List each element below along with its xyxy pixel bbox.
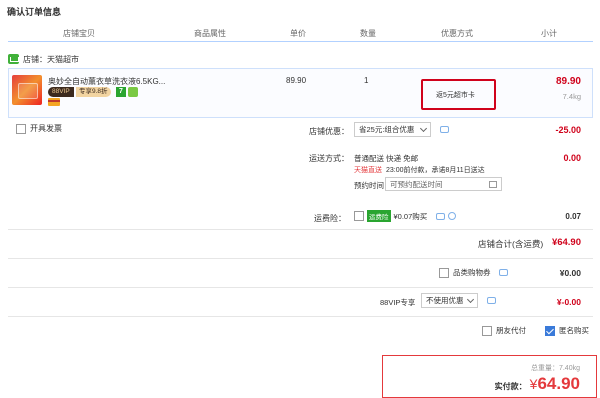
calendar-icon	[489, 180, 497, 188]
friend-pay-checkbox[interactable]	[482, 325, 492, 336]
friend-pay-label: 朋友代付	[496, 326, 526, 335]
freight-insurance-tag: 运费险	[367, 210, 391, 222]
schedule-time-input[interactable]: 可预约配送时间	[385, 177, 502, 191]
shop-row: 店铺：天猫超市	[8, 52, 79, 66]
item-weight: 7.4kg	[562, 92, 581, 101]
actual-payment: 实付款： ¥ 64.90	[495, 374, 580, 394]
chat-icon[interactable]	[440, 126, 449, 133]
help-icon[interactable]	[448, 212, 457, 220]
shop-discount-label: 店铺优惠：	[309, 127, 349, 136]
header-subtotal: 小计	[541, 29, 557, 38]
card-icon	[48, 98, 60, 106]
anonymous-option[interactable]: 匿名购买	[545, 325, 589, 336]
product-thumbnail[interactable]	[12, 75, 42, 105]
invoice-checkbox[interactable]	[16, 123, 26, 134]
total-weight: 总重量：7.40kg	[531, 363, 580, 373]
invoice-label: 开具发票	[30, 124, 62, 133]
vip-select[interactable]: 不使用优惠	[421, 293, 478, 308]
weight-label: 总重量：	[530, 365, 559, 372]
weight-value: 7.40kg	[558, 365, 580, 372]
shop-total-amount: ¥64.90	[551, 237, 581, 248]
freight-insurance-price: ¥0.07购买	[393, 211, 428, 221]
tmall-direct-label: 天猫直送	[354, 167, 382, 174]
divider	[8, 287, 593, 288]
vip-amount: ¥-0.00	[556, 297, 581, 307]
divider	[8, 316, 593, 317]
shop-discount-amount: -25.00	[555, 125, 581, 135]
delivery-promise-text: 23:00前付款，承诺8月11日送达	[386, 167, 485, 174]
pay-label: 实付款：	[494, 382, 527, 391]
freight-insurance-amount: 0.07	[565, 212, 581, 221]
promo-text: 返5元超市卡	[436, 92, 475, 99]
pay-amount: 64.90	[537, 374, 580, 393]
coupon-option[interactable]: 品类购物券	[439, 267, 508, 278]
coupon-checkbox[interactable]	[439, 267, 449, 278]
delivery-amount: 0.00	[563, 153, 581, 163]
vip-label: 88VIP专享	[380, 298, 416, 307]
chat-icon[interactable]	[487, 297, 496, 304]
vip-selected: 不使用优惠	[426, 296, 464, 305]
divider	[8, 258, 593, 259]
schedule-placeholder: 可预约配送时间	[390, 179, 443, 189]
friend-pay-option[interactable]: 朋友代付	[482, 325, 526, 336]
header-discount: 优惠方式	[441, 29, 473, 38]
delivery-promise: 天猫直送 23:00前付款，承诺8月11日送达	[354, 165, 485, 175]
freight-insurance-checkbox[interactable]	[354, 211, 364, 221]
invoice-option[interactable]: 开具发票	[16, 123, 62, 134]
header-quantity: 数量	[360, 29, 376, 38]
product-name[interactable]: 奥妙全自动薰衣草洗衣液6.5KG...	[48, 76, 165, 87]
page-title: 确认订单信息	[7, 7, 62, 17]
schedule-label: 预约时间	[354, 181, 384, 190]
quantity-value: 1	[364, 76, 369, 85]
item-subtotal: 89.90	[555, 76, 581, 87]
header-unit-price: 单价	[290, 29, 306, 38]
anonymous-label: 匿名购买	[559, 326, 589, 335]
freight-insurance-option[interactable]: 运费险 ¥0.07购买	[354, 210, 457, 222]
service-icon	[128, 87, 138, 97]
vip-badge: 88VIP	[48, 87, 74, 97]
shop-total-label: 店铺合计(含运费)	[478, 239, 544, 249]
vip-discount-badge: 专享9.8折	[76, 87, 111, 97]
seven-day-return-icon: 7	[116, 87, 126, 97]
chat-icon[interactable]	[498, 269, 508, 276]
header-shop-item: 店铺宝贝	[63, 29, 95, 38]
freight-insurance-label: 运费险：	[314, 214, 346, 223]
shop-name[interactable]: 店铺：天猫超市	[23, 54, 79, 65]
chat-icon[interactable]	[436, 212, 446, 220]
delivery-label: 运送方式：	[309, 154, 349, 163]
chevron-down-icon	[466, 295, 475, 303]
currency-symbol: ¥	[529, 376, 538, 392]
unit-price: 89.90	[286, 76, 307, 85]
delivery-method: 普通配送 快递 免邮	[354, 154, 419, 163]
coupon-label: 品类购物券	[453, 268, 491, 277]
table-header: 店铺宝贝 商品属性 单价 数量 优惠方式 小计	[8, 22, 593, 42]
shop-discount-selected: 省25元:组合优惠	[359, 125, 415, 134]
divider	[8, 229, 593, 230]
shop-icon	[8, 54, 19, 64]
chevron-down-icon	[419, 124, 428, 132]
coupon-amount: ¥0.00	[559, 268, 581, 278]
shop-discount-select[interactable]: 省25元:组合优惠	[354, 122, 431, 137]
header-attrs: 商品属性	[194, 29, 226, 38]
anonymous-checkbox[interactable]	[545, 325, 555, 336]
